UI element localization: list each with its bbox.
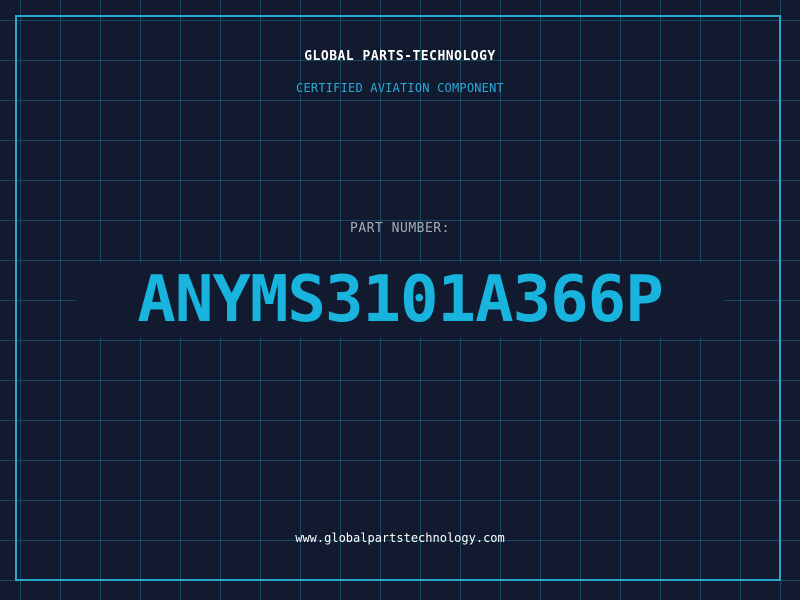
company-name: GLOBAL PARTS-TECHNOLOGY [304, 49, 496, 64]
part-card: GLOBAL PARTS-TECHNOLOGY CERTIFIED AVIATI… [0, 0, 800, 600]
part-number-value: ANYMS3101A366P [137, 263, 663, 337]
certification-subtitle: CERTIFIED AVIATION COMPONENT [296, 81, 504, 95]
part-number-label: PART NUMBER: [350, 221, 450, 236]
website-url: www.globalpartstechnology.com [295, 531, 505, 545]
